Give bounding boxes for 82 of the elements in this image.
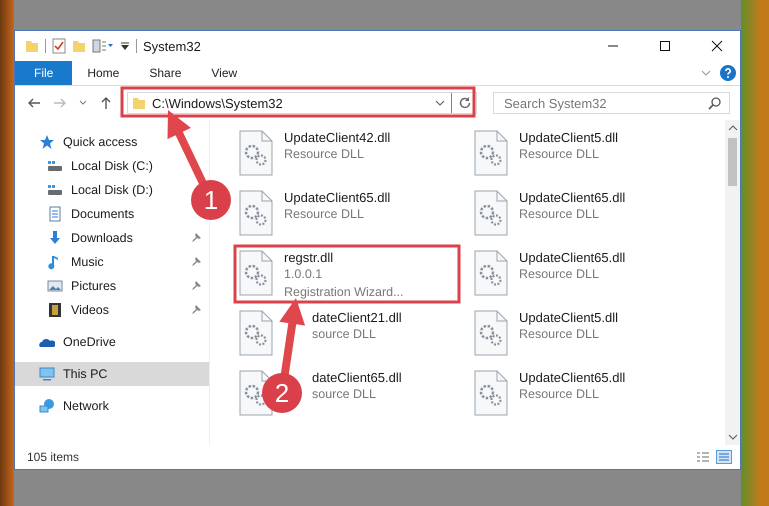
pin-icon[interactable] xyxy=(191,281,201,291)
dll-file-icon xyxy=(238,130,274,176)
file-detail: Registration Wizard... xyxy=(284,284,404,301)
nav-item[interactable]: OneDrive xyxy=(15,330,209,354)
nav-item[interactable]: Network xyxy=(15,394,209,418)
dll-file-icon xyxy=(473,190,509,236)
search-field[interactable]: Search System32 xyxy=(493,92,730,114)
file-name[interactable]: UpdateClient42.dll xyxy=(284,130,390,145)
scroll-down-icon[interactable] xyxy=(728,433,738,441)
drive-icon xyxy=(47,158,63,174)
file-detail: source DLL xyxy=(312,326,377,343)
layout-icon[interactable] xyxy=(92,39,114,53)
refresh-icon[interactable] xyxy=(458,96,472,110)
file-name[interactable]: UpdateClient5.dll xyxy=(519,130,618,145)
star-icon xyxy=(39,134,55,150)
dll-file-icon xyxy=(238,190,274,236)
file-detail: Resource DLL xyxy=(519,146,600,163)
nav-item[interactable]: Downloads xyxy=(47,226,137,250)
file-detail: source DLL xyxy=(312,386,377,403)
step-badge: 1 xyxy=(191,180,231,220)
file-name[interactable]: UpdateClient65.dll xyxy=(284,190,390,205)
dll-file-icon xyxy=(473,130,509,176)
ribbon-tab[interactable]: File xyxy=(15,61,72,85)
file-name[interactable]: UpdateClient65.dll xyxy=(519,190,626,205)
nav-item[interactable]: Pictures xyxy=(47,274,120,298)
nav-item[interactable]: Documents xyxy=(47,202,138,226)
nav-item[interactable]: Local Disk (D:) xyxy=(47,178,157,202)
back-arrow-icon[interactable] xyxy=(27,96,41,110)
documents-icon xyxy=(47,206,63,222)
pc-icon xyxy=(39,366,55,382)
dll-file-icon xyxy=(473,250,509,296)
pin-icon[interactable] xyxy=(191,257,201,267)
customize-caret-icon[interactable] xyxy=(120,41,130,51)
dll-file-icon xyxy=(473,370,509,416)
window-title: System32 xyxy=(143,38,201,54)
ribbon-tab[interactable]: Share xyxy=(134,61,196,85)
nav-item[interactable]: Quick access xyxy=(15,130,209,154)
network-icon xyxy=(39,398,55,414)
dll-file-icon xyxy=(473,310,509,356)
file-name[interactable]: dateClient65.dll xyxy=(312,370,402,385)
pin-icon[interactable] xyxy=(191,233,201,243)
nav-item[interactable]: Local Disk (C:) xyxy=(47,154,157,178)
up-arrow-icon[interactable] xyxy=(99,96,113,110)
file-name[interactable]: UpdateClient65.dll xyxy=(519,370,626,385)
search-icon[interactable] xyxy=(708,96,721,110)
close-icon xyxy=(711,40,723,52)
pin-icon[interactable] xyxy=(191,305,201,315)
dll-file-icon xyxy=(238,250,274,296)
nav-item[interactable]: This PC xyxy=(15,362,209,386)
file-detail: Resource DLL xyxy=(519,266,600,283)
file-detail: Resource DLL xyxy=(519,326,600,343)
file-name[interactable]: UpdateClient5.dll xyxy=(519,310,618,325)
file-detail: 1.0.0.1 xyxy=(284,266,324,283)
dropdown-caret-icon[interactable] xyxy=(435,98,445,108)
nav-item[interactable]: Music xyxy=(47,250,108,274)
ribbon-tab[interactable]: View xyxy=(196,61,252,85)
file-detail: Resource DLL xyxy=(284,206,365,223)
maximize-icon xyxy=(659,40,671,52)
folder-icon xyxy=(132,96,146,110)
scrollbar-thumb[interactable] xyxy=(728,138,737,186)
file-name[interactable]: dateClient21.dll xyxy=(312,310,402,325)
nav-item[interactable]: Videos xyxy=(47,298,113,322)
details-view-icon[interactable] xyxy=(696,451,710,463)
file-detail: Resource DLL xyxy=(519,206,600,223)
pictures-icon xyxy=(47,278,63,294)
address-path: C:\Windows\System32 xyxy=(152,96,283,110)
file-detail: Resource DLL xyxy=(284,146,365,163)
scroll-up-icon[interactable] xyxy=(728,124,738,132)
tiles-view-icon[interactable] xyxy=(716,450,732,464)
file-detail: Resource DLL xyxy=(519,386,600,403)
help-icon[interactable] xyxy=(720,65,736,81)
file-name[interactable]: regstr.dll xyxy=(284,250,404,265)
recent-caret-icon[interactable] xyxy=(79,99,87,107)
step-badge: 2 xyxy=(262,373,302,413)
ribbon-tab[interactable]: Home xyxy=(72,61,134,85)
dll-file-icon xyxy=(238,310,274,356)
item-count: 105 items xyxy=(27,450,80,464)
drive-icon xyxy=(47,182,63,198)
address-field[interactable]: C:\Windows\System32 xyxy=(127,92,477,114)
file-name[interactable]: UpdateClient65.dll xyxy=(519,250,626,265)
downloads-icon xyxy=(47,230,63,246)
videos-icon xyxy=(47,302,63,318)
